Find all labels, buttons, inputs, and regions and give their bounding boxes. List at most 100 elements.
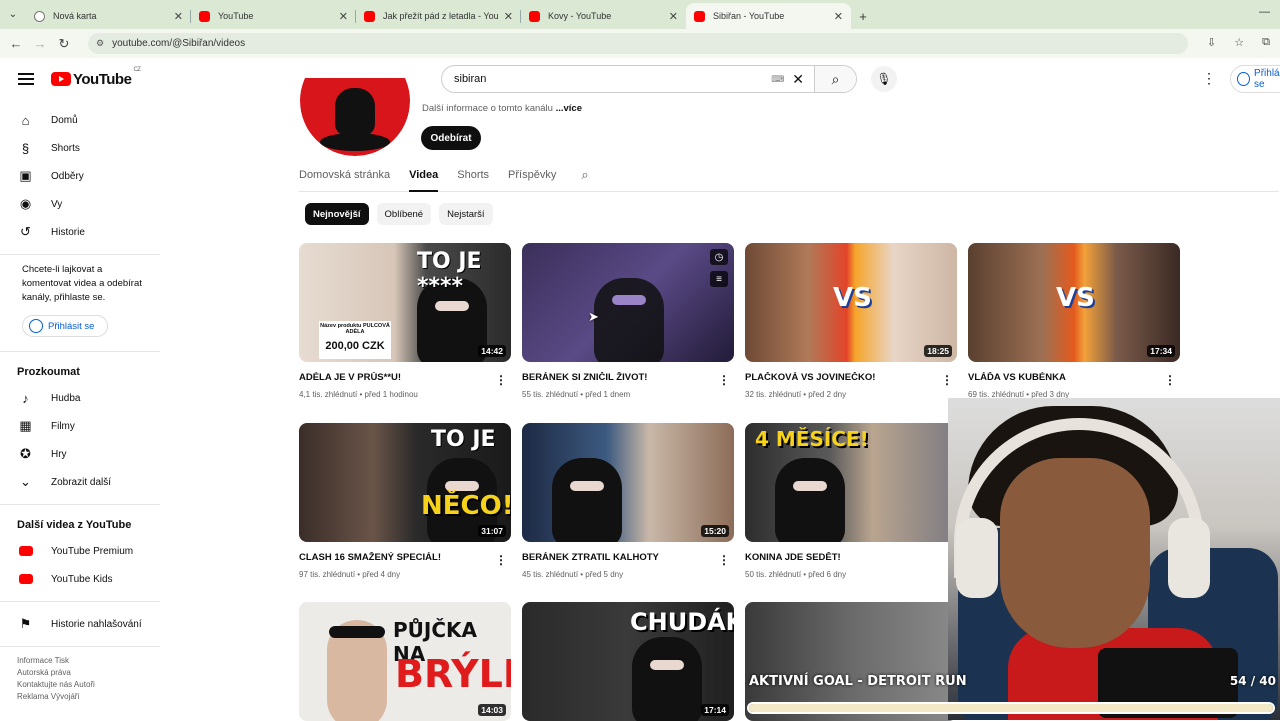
video-more-icon[interactable]: ⋮ (495, 373, 507, 387)
video-thumbnail[interactable]: TO JE NĚCO! 31:07 (299, 423, 511, 542)
browser-tab[interactable]: Jak přežít pád z letadla - YouTube ✕ (356, 3, 521, 29)
video-more-icon[interactable]: ⋮ (941, 373, 953, 387)
video-title[interactable]: ADÉLA JE V PRŮS**U! (299, 372, 489, 385)
video-more-icon[interactable]: ⋮ (718, 553, 730, 567)
video-card[interactable]: CHUDÁK 17:14 (522, 602, 734, 721)
close-icon[interactable]: ✕ (339, 10, 348, 23)
video-title[interactable]: BERÁNEK ZTRATIL KALHOTY (522, 552, 712, 565)
signin-button[interactable]: Přihlásit se (1230, 65, 1280, 93)
video-thumbnail[interactable]: 4 MĚSÍCE! (745, 423, 957, 542)
tab-home[interactable]: Domovská stránka (299, 160, 390, 192)
menu-icon[interactable] (18, 73, 34, 85)
settings-more-icon[interactable]: ⋮ (1202, 70, 1216, 87)
video-thumbnail[interactable]: ◷ ≡ (522, 243, 734, 362)
video-card[interactable]: 4 MĚSÍCE! KONINA JDE SEDĚT! 50 tis. zhlé… (745, 423, 957, 579)
video-thumbnail[interactable]: TO JE **** Název produktu PULCOVÁ ADÉLA … (299, 243, 511, 362)
browser-tab-active[interactable]: Sibiřan - YouTube ✕ (686, 3, 851, 29)
video-card[interactable]: TO JE **** Název produktu PULCOVÁ ADÉLA … (299, 243, 511, 399)
video-title[interactable]: CLASH 16 SMAŽENÝ SPECIÁL! (299, 552, 489, 565)
footer-links[interactable]: Kontaktujte nás Autoři (0, 679, 160, 691)
sidebar-item-report-history[interactable]: ⚑ Historie nahlašování (0, 610, 160, 638)
video-card[interactable]: VS 18:25 PLAČKOVÁ VS JOVINEČKO! 32 tis. … (745, 243, 957, 399)
channel-search-icon[interactable]: ⌕ (581, 160, 588, 183)
sidebar-item-label: Shorts (51, 142, 80, 154)
sidebar-item-show-more[interactable]: ⌄ Zobrazit další (0, 468, 160, 496)
youtube-play-icon (51, 72, 71, 86)
browser-tab[interactable]: YouTube ✕ (191, 3, 356, 29)
video-card[interactable]: 15:20 BERÁNEK ZTRATIL KALHOTY 45 tis. zh… (522, 423, 734, 579)
footer-links[interactable]: Autorská práva (0, 667, 160, 679)
close-icon[interactable]: ✕ (669, 10, 678, 23)
video-card[interactable]: VS 17:34 VLÁĎA VS KUBÉNKA 69 tis. zhlédn… (968, 243, 1180, 399)
bookmark-star-icon[interactable]: ☆ (1234, 36, 1244, 49)
headphone-earcup (956, 518, 998, 598)
sidebar-item-films[interactable]: ▦ Filmy (0, 412, 160, 440)
url-field[interactable]: ⚙ youtube.com/@Sibiřan/videos (88, 33, 1188, 54)
channel-more-info[interactable]: Další informace o tomto kanálu ...více (422, 103, 582, 114)
tab-search-icon[interactable]: ⌄ (0, 0, 26, 29)
video-more-icon[interactable]: ⋮ (718, 373, 730, 387)
video-thumbnail[interactable]: CHUDÁK 17:14 (522, 602, 734, 721)
search-box[interactable]: sibiran ⌨ ✕ ⌕ (441, 65, 857, 93)
browser-tab[interactable]: Nová karta ✕ (26, 3, 191, 29)
channel-avatar[interactable] (300, 78, 410, 156)
keyboard-icon[interactable]: ⌨ (771, 74, 784, 85)
add-to-queue-icon[interactable]: ≡ (710, 271, 728, 287)
search-button[interactable]: ⌕ (814, 66, 856, 92)
video-title[interactable]: PLAČKOVÁ VS JOVINEČKO! (745, 372, 935, 385)
sidebar-item-subscriptions[interactable]: ▣ Odběry (0, 162, 160, 190)
search-input[interactable]: sibiran (442, 73, 771, 85)
sidebar-item-kids[interactable]: YouTube Kids (0, 565, 160, 593)
close-icon[interactable]: ✕ (504, 10, 513, 23)
close-icon[interactable]: ✕ (834, 10, 843, 23)
video-card[interactable]: TO JE NĚCO! 31:07 CLASH 16 SMAŽENÝ SPECI… (299, 423, 511, 579)
install-icon[interactable]: ⇩ (1207, 36, 1216, 49)
video-card[interactable]: ◷ ≡ BERÁNEK SI ZNIČIL ŽIVOT! 55 tis. zhl… (522, 243, 734, 399)
sidebar-item-shorts[interactable]: § Shorts (0, 134, 160, 162)
minimize-icon[interactable]: — (1259, 6, 1270, 18)
youtube-logo[interactable]: YouTube CZ (51, 67, 141, 88)
tab-posts[interactable]: Příspěvky (508, 160, 556, 192)
subscribe-button[interactable]: Odebírat (421, 126, 481, 150)
youtube-masthead: YouTube CZ sibiran ⌨ ✕ ⌕ 🎙 ⋮ Přihlásit s… (0, 58, 1280, 100)
sidebar-item-premium[interactable]: YouTube Premium (0, 537, 160, 565)
browser-tab[interactable]: Kovy - YouTube ✕ (521, 3, 686, 29)
footer-links[interactable]: Reklama Vývojáři (0, 691, 160, 703)
tab-videos[interactable]: Videa (409, 160, 439, 192)
watch-later-icon[interactable]: ◷ (710, 249, 728, 265)
sidebar-item-music[interactable]: ♪ Hudba (0, 384, 160, 412)
video-more-icon[interactable]: ⋮ (495, 553, 507, 567)
sidebar-item-games[interactable]: ✪ Hry (0, 440, 160, 468)
video-title[interactable]: KONINA JDE SEDĚT! (745, 552, 935, 565)
video-thumbnail[interactable]: VS 17:34 (968, 243, 1180, 362)
video-title[interactable]: VLÁĎA VS KUBÉNKA (968, 372, 1158, 385)
video-more-icon[interactable]: ⋮ (1164, 373, 1176, 387)
forward-icon[interactable]: → (28, 36, 52, 51)
tab-title: YouTube (218, 11, 254, 21)
reload-icon[interactable]: ↻ (52, 36, 76, 52)
close-icon[interactable]: ✕ (174, 10, 183, 23)
sidebar-item-you[interactable]: ◉ Vy (0, 190, 160, 218)
new-tab-button[interactable]: + (851, 3, 875, 29)
divider (0, 351, 160, 352)
video-thumbnail[interactable]: PŮJČKA NA BRÝLE 14:03 (299, 602, 511, 721)
video-card[interactable]: PŮJČKA NA BRÝLE 14:03 (299, 602, 511, 721)
sidebar-item-history[interactable]: ↺ Historie (0, 218, 160, 246)
sidebar-signin-button[interactable]: Přihlásit se (22, 315, 108, 337)
footer-links[interactable]: Informace Tisk (0, 655, 160, 667)
chip-popular[interactable]: Oblíbené (376, 203, 432, 225)
site-info-icon[interactable]: ⚙ (96, 38, 104, 49)
tab-shorts[interactable]: Shorts (457, 160, 489, 192)
chip-oldest[interactable]: Nejstarší (439, 203, 493, 225)
clear-search-icon[interactable]: ✕ (792, 71, 804, 88)
extensions-icon[interactable]: ⧉ (1262, 36, 1270, 49)
video-title[interactable]: BERÁNEK SI ZNIČIL ŽIVOT! (522, 372, 712, 385)
sidebar-item-home[interactable]: ⌂ Domů (0, 106, 160, 134)
voice-search-button[interactable]: 🎙 (871, 66, 897, 92)
chip-newest[interactable]: Nejnovější (305, 203, 369, 225)
more-link[interactable]: ...více (556, 103, 582, 114)
video-thumbnail[interactable]: VS 18:25 (745, 243, 957, 362)
sunglasses-icon (329, 626, 385, 638)
video-thumbnail[interactable]: 15:20 (522, 423, 734, 542)
back-icon[interactable]: ← (4, 36, 28, 51)
